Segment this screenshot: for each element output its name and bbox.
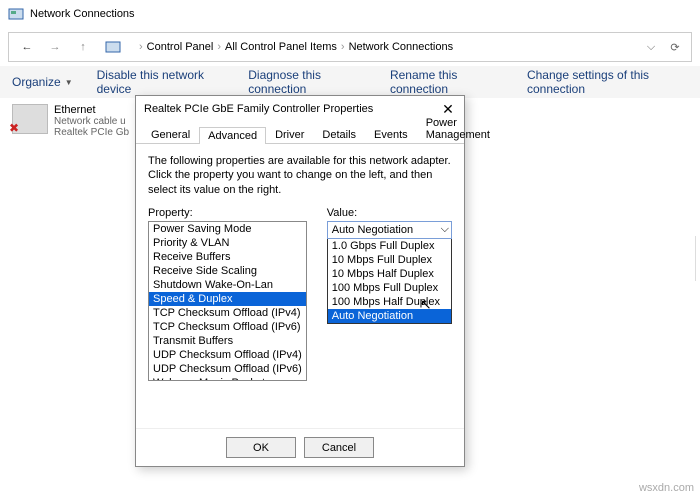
adapter-driver: Realtek PCIe Gb [54,127,129,138]
value-label: Value: [327,207,452,219]
tab-bar: General Advanced Driver Details Events P… [136,122,464,144]
tab-events[interactable]: Events [365,126,417,143]
chevron-right-icon[interactable]: › [135,41,147,53]
rename-button[interactable]: Rename this connection [390,68,503,96]
value-combobox[interactable]: Auto Negotiation ⌵ [327,221,452,239]
ok-button[interactable]: OK [226,437,296,458]
breadcrumb-control-panel[interactable]: Control Panel [147,41,214,53]
dropdown-option[interactable]: 100 Mbps Full Duplex [328,281,451,295]
list-item[interactable]: TCP Checksum Offload (IPv6) [149,320,306,334]
ethernet-adapter-icon [12,104,48,134]
chevron-right-icon[interactable]: › [337,41,349,53]
breadcrumb-network-connections[interactable]: Network Connections [349,41,454,53]
property-label: Property: [148,207,307,219]
change-settings-button[interactable]: Change settings of this connection [527,68,688,96]
chevron-down-icon: ⌵ [441,223,449,236]
chevron-right-icon[interactable]: › [213,41,225,53]
list-item[interactable]: UDP Checksum Offload (IPv6) [149,362,306,376]
dropdown-option[interactable]: 10 Mbps Half Duplex [328,267,451,281]
breadcrumb-all-items[interactable]: All Control Panel Items [225,41,337,53]
diagnose-button[interactable]: Diagnose this connection [248,68,366,96]
list-item[interactable]: UDP Checksum Offload (IPv4) [149,348,306,362]
tab-power[interactable]: Power Management [417,114,499,143]
property-listbox[interactable]: Power Saving Mode Priority & VLAN Receiv… [148,221,307,381]
dropdown-option[interactable]: 1.0 Gbps Full Duplex [328,239,451,253]
properties-dialog: Realtek PCIe GbE Family Controller Prope… [135,95,465,467]
window-title: Network Connections [30,8,135,20]
dropdown-option[interactable]: 10 Mbps Full Duplex [328,253,451,267]
list-item[interactable]: Transmit Buffers [149,334,306,348]
chevron-down-icon[interactable]: ⌵ [639,41,663,54]
list-item[interactable]: TCP Checksum Offload (IPv4) [149,306,306,320]
list-item[interactable]: Receive Buffers [149,250,306,264]
folder-icon [105,39,121,55]
toolbar: Organize▼ Disable this network device Di… [0,66,700,98]
address-bar: ← → ↑ › Control Panel › All Control Pane… [8,32,692,62]
list-item[interactable]: Shutdown Wake-On-Lan [149,278,306,292]
caret-down-icon: ▼ [65,78,73,87]
disable-device-button[interactable]: Disable this network device [97,68,225,96]
nav-back-icon[interactable]: ← [13,35,41,59]
list-item[interactable]: Receive Side Scaling [149,264,306,278]
list-item[interactable]: Priority & VLAN [149,236,306,250]
breadcrumb: › Control Panel › All Control Panel Item… [127,41,639,53]
list-item[interactable]: Power Saving Mode [149,222,306,236]
value-dropdown[interactable]: 1.0 Gbps Full Duplex 10 Mbps Full Duplex… [327,239,452,324]
cancel-button[interactable]: Cancel [304,437,374,458]
nav-up-icon[interactable]: ↑ [69,35,97,59]
description-text: The following properties are available f… [148,154,452,197]
tab-details[interactable]: Details [313,126,365,143]
adapter-name: Ethernet [54,104,129,116]
refresh-icon[interactable]: ⟳ [663,41,687,54]
list-item[interactable]: Wake on Magic Packet [149,376,306,381]
watermark: wsxdn.com [639,482,694,494]
list-item-selected[interactable]: Speed & Duplex [149,292,306,306]
dropdown-option[interactable]: 100 Mbps Half Duplex [328,295,451,309]
control-panel-icon [8,6,24,22]
value-selected: Auto Negotiation [332,224,413,236]
tab-advanced[interactable]: Advanced [199,127,266,144]
organize-menu[interactable]: Organize▼ [12,75,73,89]
tab-driver[interactable]: Driver [266,126,313,143]
dialog-title: Realtek PCIe GbE Family Controller Prope… [144,103,373,115]
nav-forward-icon: → [41,35,69,59]
adapter-status: Network cable u [54,116,129,127]
dropdown-option-hover[interactable]: Auto Negotiation [328,309,451,323]
tab-general[interactable]: General [142,126,199,143]
